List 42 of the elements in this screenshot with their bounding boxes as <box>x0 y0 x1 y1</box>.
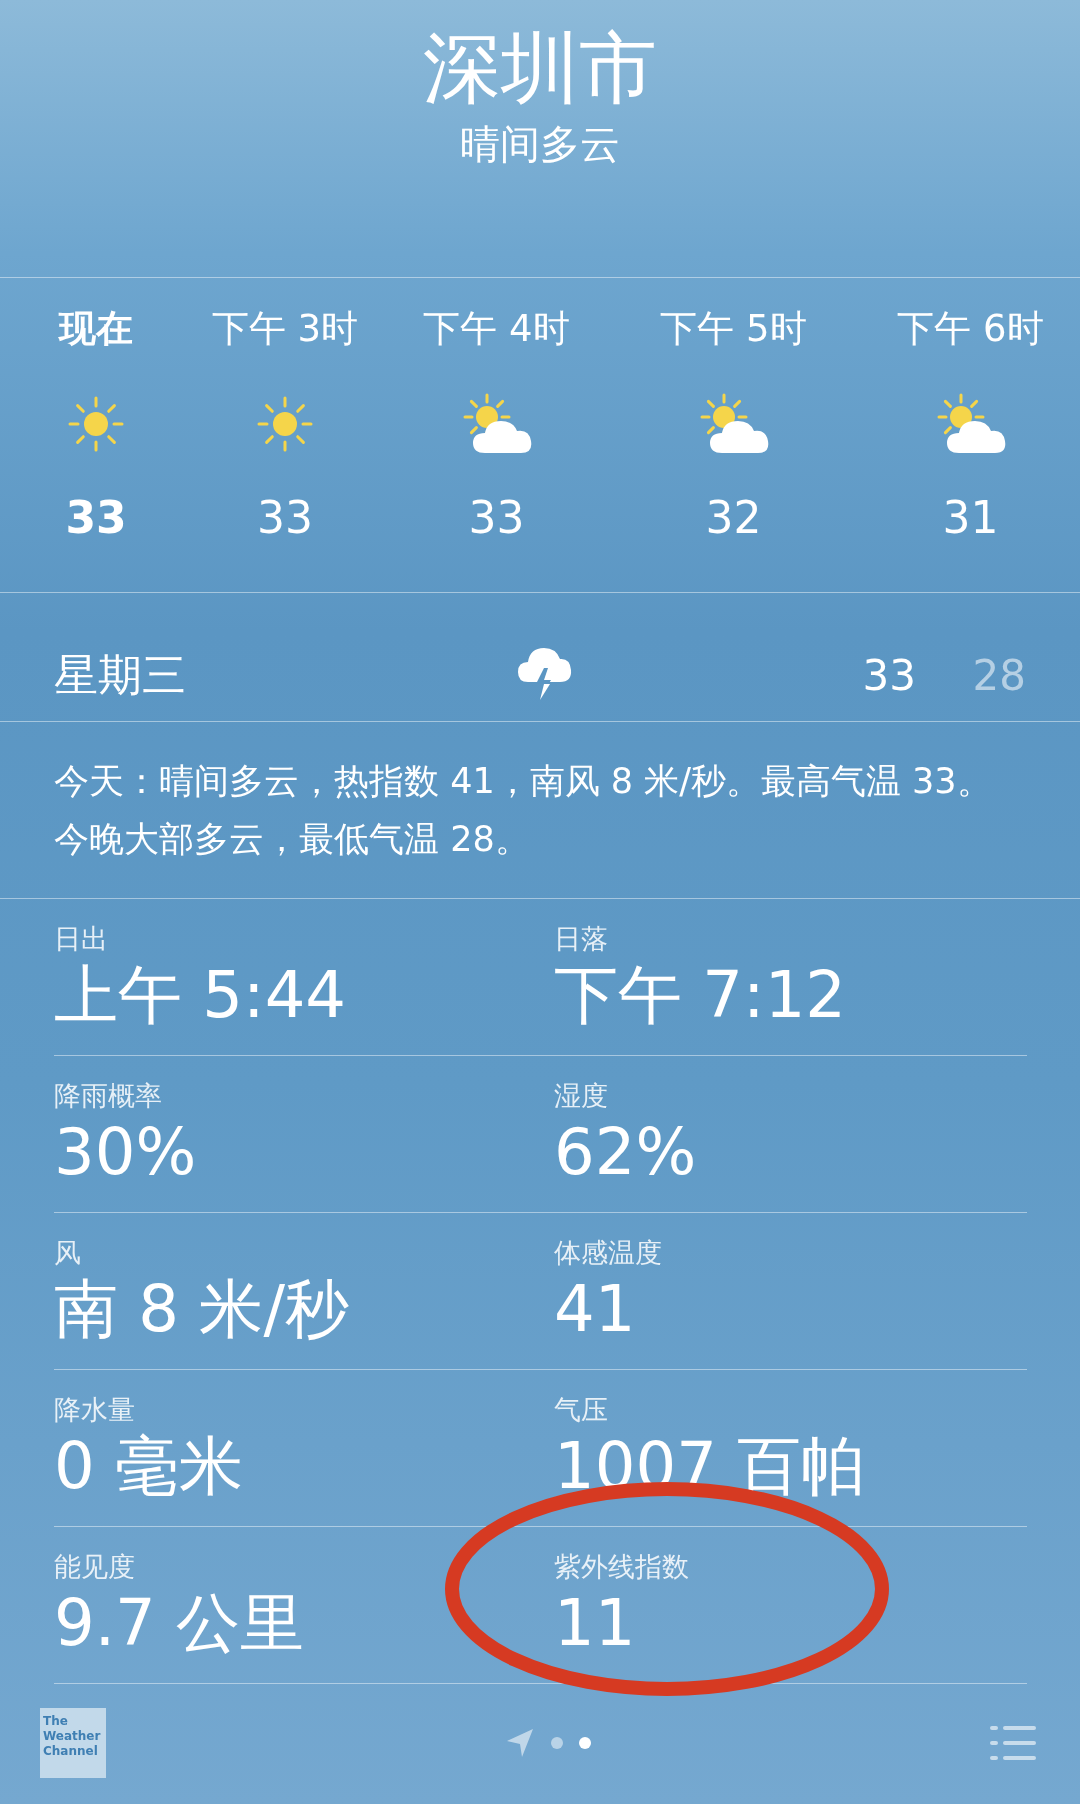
detail-label: 能见度 <box>54 1550 136 1584</box>
page-dot[interactable] <box>551 1737 563 1749</box>
day-label: 星期三 <box>54 647 187 702</box>
detail-value: 41 <box>554 1271 637 1347</box>
low-temperature: 28 <box>971 650 1026 700</box>
weather-condition: 晴间多云 <box>460 120 620 169</box>
forecast-summary: 今天：晴间多云，热指数 41，南风 8 米/秒。最高气温 33。今晚大部多云，最低气温 28。 <box>0 722 1080 899</box>
hour-temperature: 32 <box>705 491 762 545</box>
detail-value: 11 <box>554 1585 637 1661</box>
detail-label: 湿度 <box>554 1079 609 1113</box>
detail-label: 日落 <box>554 922 609 956</box>
detail-value: 南 8 米/秒 <box>54 1271 350 1347</box>
detail-value: 62% <box>554 1114 698 1190</box>
high-temperature: 33 <box>861 650 916 700</box>
hour-temperature: 33 <box>468 491 525 545</box>
weather-channel-logo[interactable]: The Weather Channel <box>40 1708 106 1778</box>
detail-label: 降雨概率 <box>54 1079 163 1113</box>
detail-value: 9.7 公里 <box>54 1585 306 1661</box>
sun-icon <box>66 394 126 454</box>
hour-label: 现在 <box>59 306 133 352</box>
hour-temperature: 33 <box>65 491 127 545</box>
detail-value: 下午 7:12 <box>554 957 848 1033</box>
hour-temperature: 31 <box>942 491 999 545</box>
hour-label: 下午 5时 <box>660 306 807 352</box>
detail-label: 风 <box>54 1236 82 1270</box>
hour-label: 下午 3时 <box>211 306 359 352</box>
city-name: 深圳市 <box>423 22 657 115</box>
detail-label: 体感温度 <box>554 1236 663 1270</box>
location-arrow-icon[interactable] <box>505 1727 535 1759</box>
detail-label: 降水量 <box>54 1393 136 1427</box>
hour-label: 下午 6时 <box>897 306 1044 352</box>
list-icon[interactable] <box>990 1723 1036 1763</box>
detail-label: 日出 <box>54 922 109 956</box>
detail-label: 紫外线指数 <box>554 1550 690 1584</box>
detail-value: 30% <box>54 1114 198 1190</box>
detail-value: 0 毫米 <box>54 1428 245 1504</box>
hour-label: 下午 4时 <box>423 306 570 352</box>
detail-value: 上午 5:44 <box>54 957 348 1033</box>
page-dot[interactable] <box>579 1737 591 1749</box>
detail-label: 气压 <box>554 1393 609 1427</box>
sun-icon <box>255 394 315 454</box>
hour-temperature: 33 <box>257 491 313 545</box>
